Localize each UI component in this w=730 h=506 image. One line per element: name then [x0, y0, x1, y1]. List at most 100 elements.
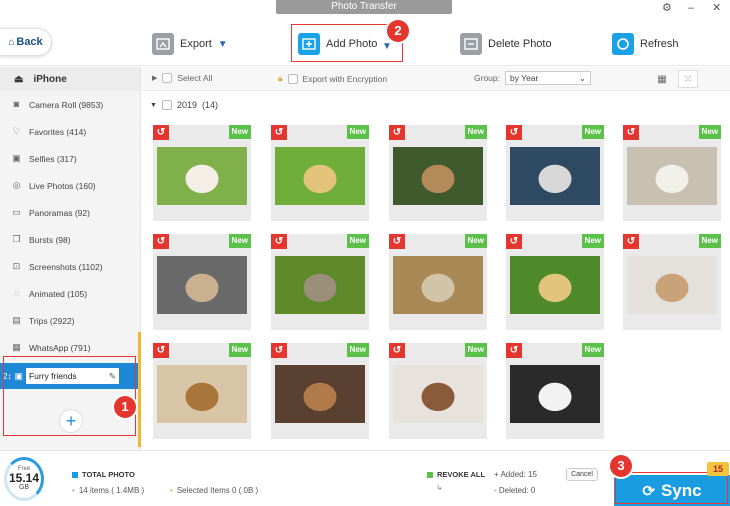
select-all-checkbox[interactable]: ▶ Select All [152, 73, 212, 83]
revoke-icon[interactable]: ↺ [506, 343, 522, 358]
heart-icon: ♡ [12, 126, 21, 136]
sidebar-item-trips[interactable]: ▤ Trips (2922) [0, 307, 140, 334]
close-icon[interactable]: ✕ [712, 1, 721, 15]
photo-thumbnail[interactable] [275, 147, 365, 205]
sidebar-item-label: Trips (2922) [29, 315, 75, 326]
revoke-icon[interactable]: ↺ [389, 125, 405, 140]
photo-thumbnail[interactable] [157, 256, 247, 314]
new-badge: New [581, 343, 604, 357]
step-3-marker: 3 [610, 455, 632, 477]
photo-thumbnail[interactable] [275, 256, 365, 314]
group-label: Group: [474, 73, 500, 83]
new-badge: New [228, 125, 251, 139]
photo-tile[interactable]: ↺ New [271, 125, 369, 221]
delete-photo-button[interactable]: Delete Photo [460, 30, 552, 58]
added-count: + Added: 15 [494, 470, 537, 479]
photo-tile[interactable]: ↺ New [506, 234, 604, 330]
revoke-icon[interactable]: ↺ [153, 234, 169, 249]
animated-icon: ◌ [13, 288, 20, 298]
revoke-icon[interactable]: ↺ [389, 234, 405, 249]
sidebar-device-header[interactable]: ⏏ iPhone [0, 67, 140, 91]
photo-thumbnail[interactable] [157, 147, 247, 205]
photo-tile[interactable]: ↺ New [389, 125, 487, 221]
revoke-icon[interactable]: ↺ [271, 234, 287, 249]
photo-thumbnail[interactable] [393, 256, 483, 314]
photo-thumbnail[interactable] [275, 365, 365, 423]
photo-tile[interactable]: ↺ New [153, 125, 251, 221]
total-photo-label: TOTAL PHOTO [82, 470, 135, 479]
new-badge: New [698, 234, 721, 248]
group-select-value: by Year [510, 73, 539, 83]
revoke-icon[interactable]: ↺ [153, 343, 169, 358]
refresh-button[interactable]: Refresh [612, 30, 679, 58]
year-group-header[interactable]: ▼ 2019 (14) [150, 100, 218, 110]
sidebar-item-panoramas[interactable]: ▭ Panoramas (92) [0, 199, 140, 226]
export-dropdown-icon[interactable]: ▼ [218, 39, 228, 50]
settings-icon[interactable]: ⚙ [662, 1, 672, 15]
photo-thumbnail[interactable] [510, 147, 600, 205]
new-badge: New [581, 234, 604, 248]
sidebar-item-live-photos[interactable]: ◎ Live Photos (160) [0, 172, 140, 199]
new-badge: New [346, 125, 369, 139]
export-encryption-label: Export with Encryption [302, 73, 388, 84]
photo-tile[interactable]: ↺ New [506, 343, 604, 439]
grid-large-view-icon[interactable]: ▦ [652, 70, 672, 88]
photo-thumbnail[interactable] [627, 256, 717, 314]
sidebar-item-favorites[interactable]: ♡ Favorites (414) [0, 118, 140, 145]
photo-thumbnail[interactable] [627, 147, 717, 205]
export-button[interactable]: Export ▼ [152, 30, 228, 58]
lock-icon: 🔒︎ [278, 73, 283, 83]
revoke-icon[interactable]: ↺ [271, 125, 287, 140]
photo-tile[interactable]: ↺ New [506, 125, 604, 221]
revoke-icon[interactable]: ↺ [506, 125, 522, 140]
minimize-icon[interactable]: – [688, 1, 694, 15]
highlight-sync [615, 472, 728, 504]
year-checkbox[interactable] [161, 100, 172, 110]
year-count: (14) [201, 100, 218, 110]
selfie-icon: ▣ [12, 153, 21, 163]
sidebar-item-label: Animated (105) [29, 288, 88, 299]
photo-tile[interactable]: ↺ New [271, 343, 369, 439]
back-button[interactable]: ⌂ Back [0, 28, 52, 56]
sidebar-item-bursts[interactable]: ❐ Bursts (98) [0, 226, 140, 253]
revoke-icon[interactable]: ↺ [389, 343, 405, 358]
sidebar-item-selfies[interactable]: ▣ Selfies (317) [0, 145, 140, 172]
title-bar: Photo Transfer ⚙ – ✕ [0, 0, 730, 16]
photo-tile[interactable]: ↺ New [623, 234, 721, 330]
sidebar-scrollbar[interactable] [138, 332, 141, 447]
photo-thumbnail[interactable] [393, 147, 483, 205]
photo-thumbnail[interactable] [510, 365, 600, 423]
revoke-icon[interactable]: ↺ [623, 125, 639, 140]
sidebar-item-camera-roll[interactable]: ◙ Camera Roll (9853) [0, 91, 140, 118]
photo-tile[interactable]: ↺ New [623, 125, 721, 221]
revoke-icon[interactable]: ↺ [506, 234, 522, 249]
photo-thumbnail[interactable] [510, 256, 600, 314]
revoke-icon[interactable]: ↺ [271, 343, 287, 358]
panorama-icon: ▭ [12, 207, 21, 217]
photo-tile[interactable]: ↺ New [271, 234, 369, 330]
chevron-down-icon: ⌄ [578, 72, 586, 83]
refresh-icon [612, 33, 634, 55]
revoke-icon[interactable]: ↺ [153, 125, 169, 140]
group-select[interactable]: by Year ⌄ [505, 71, 591, 85]
photo-tile[interactable]: ↺ New [153, 343, 251, 439]
photo-thumbnail[interactable] [157, 365, 247, 423]
photo-thumbnail[interactable] [393, 365, 483, 423]
revoke-icon[interactable]: ↺ [623, 234, 639, 249]
items-summary: • 14 items ( 1.4MB ) [72, 486, 145, 495]
grid-small-view-icon[interactable]: ⁙ [678, 70, 698, 88]
sync-count-badge: 15 [707, 462, 729, 476]
sidebar-item-animated[interactable]: ◌ Animated (105) [0, 280, 140, 307]
photo-tile[interactable]: ↺ New [389, 234, 487, 330]
home-icon: ⌂ [8, 36, 15, 48]
whatsapp-icon: ▦ [12, 342, 21, 352]
export-encryption-checkbox[interactable]: 🔒︎ Export with Encryption [278, 73, 387, 84]
checkbox-icon [287, 73, 298, 84]
new-badge: New [346, 343, 369, 357]
revoke-all-button[interactable]: REVOKE ALL [427, 470, 485, 479]
photo-tile[interactable]: ↺ New [389, 343, 487, 439]
select-all-label: Select All [177, 73, 213, 83]
sidebar-item-screenshots[interactable]: ⊡ Screenshots (1102) [0, 253, 140, 280]
photo-tile[interactable]: ↺ New [153, 234, 251, 330]
cancel-button[interactable]: Cancel [566, 468, 598, 481]
